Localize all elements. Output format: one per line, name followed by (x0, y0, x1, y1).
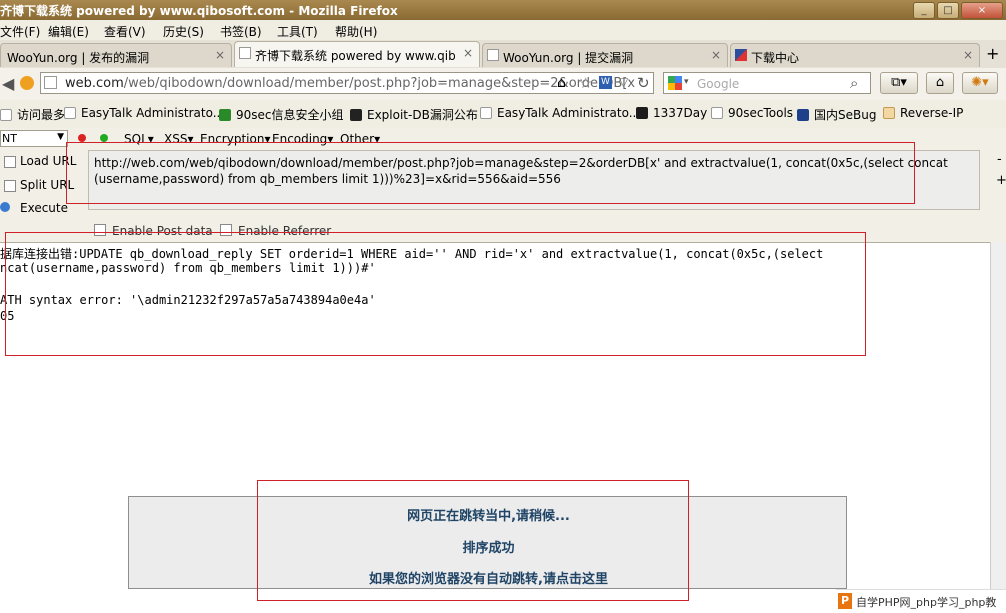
load-url-icon (4, 156, 16, 168)
tab-download-center[interactable]: 下载中心 × (730, 43, 980, 67)
window-titlebar: 齐博下载系统 powered by www.qibosoft.com - Moz… (0, 0, 1006, 20)
close-tab-icon[interactable]: × (463, 46, 473, 60)
bookmark-1337day[interactable]: 1337Day (636, 106, 707, 120)
tab-qibo-download[interactable]: 齐博下载系统 powered by www.qib... × (234, 41, 480, 67)
record-green-icon[interactable] (100, 134, 108, 142)
split-url-icon (4, 180, 16, 192)
menu-tools[interactable]: 工具(T) (277, 23, 318, 40)
bookmark-exploitdb-icon (350, 109, 362, 121)
bookmark-star-icon[interactable]: ☆ (579, 74, 592, 92)
tab-wooyun-published[interactable]: WooYun.org | 发布的漏洞 × (0, 43, 232, 67)
menu-help[interactable]: 帮助(H) (335, 23, 377, 40)
bookmark-90sec[interactable]: 90sec信息安全小组 (219, 106, 344, 123)
tab-wooyun-submit[interactable]: WooYun.org | 提交漏洞 × (482, 43, 728, 67)
execute-icon (0, 202, 10, 212)
google-icon[interactable] (668, 76, 682, 90)
hackbar-select[interactable]: NT ▼ (0, 130, 68, 147)
search-input[interactable]: ▾ Google ⌕ (663, 72, 871, 94)
watermark-logo-icon: P (838, 593, 852, 609)
word-addon-icon[interactable]: W (599, 76, 612, 89)
bookmark-90sectools[interactable]: 90secTools (711, 106, 793, 120)
menu-edit[interactable]: 编辑(E) (48, 23, 89, 40)
bookmark-sebug-icon (797, 109, 809, 121)
bookmark-sebug[interactable]: 国内SeBug (797, 106, 876, 123)
hackbar-select-value: NT (2, 132, 17, 145)
minimize-button[interactable]: _ (913, 2, 935, 19)
chevron-down-icon: ▼ (57, 132, 64, 142)
bookmark-most-visited[interactable]: 访问最多 (0, 106, 65, 123)
tab-label: WooYun.org | 提交漏洞 (503, 51, 634, 65)
page-scrollbar[interactable] (990, 242, 1006, 612)
search-icon[interactable]: ⌕ (850, 74, 858, 92)
menu-view[interactable]: 查看(V) (104, 23, 146, 40)
page-actions-button[interactable]: ⧉▾ (880, 72, 918, 94)
close-tab-icon[interactable]: × (215, 48, 225, 62)
page-icon (487, 49, 499, 61)
maximize-button[interactable]: □ (937, 2, 959, 19)
tab-label: 下载中心 (751, 51, 800, 65)
back-arrow-icon[interactable]: ◀ (2, 74, 14, 93)
dropdown-arrow-icon[interactable]: ▽ (619, 75, 628, 89)
error-highlight-box (5, 232, 866, 356)
bookmark-page-icon (0, 109, 12, 121)
page-copy-icon: ⧉▾ (891, 75, 907, 90)
bookmarks-toolbar: 访问最多 EasyTalk Administrato... 90sec信息安全小… (0, 100, 1006, 129)
home-small-icon[interactable]: ⌂ (557, 75, 566, 91)
home-button[interactable]: ⌂ (926, 72, 954, 94)
bookmark-reverse-ip[interactable]: Reverse-IP (883, 106, 963, 120)
url-highlight-box (66, 142, 915, 204)
close-tab-icon[interactable]: × (963, 48, 973, 62)
bookmark-reverseip-icon (883, 107, 895, 119)
url-text: web.com/web/qibodown/download/member/pos… (65, 76, 636, 91)
navigation-bar: ◀ web.com/web/qibodown/download/member/p… (0, 68, 1006, 101)
bookmark-page-icon (711, 107, 723, 119)
bookmark-page-icon (480, 107, 492, 119)
download-center-icon (735, 49, 747, 61)
site-identity-icon[interactable] (44, 76, 57, 89)
addon-button[interactable]: ✺▾ (962, 72, 998, 94)
watermark: P 自学PHP网_php学习_php教 (836, 589, 1006, 613)
close-window-button[interactable]: × (961, 2, 1003, 19)
hackbar-shrink-button[interactable]: - (997, 152, 1002, 167)
bookmark-exploit-db[interactable]: Exploit-DB漏洞公布 (350, 106, 478, 123)
bookmark-1337day-icon (636, 107, 648, 119)
hackbar-grow-button[interactable]: + (996, 173, 1006, 188)
close-tab-icon[interactable]: × (711, 48, 721, 62)
reload-icon[interactable]: ↻ (637, 74, 650, 92)
menu-file[interactable]: 文件(F) (0, 23, 40, 40)
menu-bookmarks[interactable]: 书签(B) (220, 23, 262, 40)
tab-label: 齐博下载系统 powered by www.qib... (255, 49, 455, 63)
page-icon (239, 47, 251, 59)
url-bar[interactable]: web.com/web/qibodown/download/member/pos… (40, 72, 654, 94)
redirect-highlight-box (257, 480, 689, 601)
new-tab-button[interactable]: + (986, 44, 999, 63)
menu-bar: 文件(F) 编辑(E) 查看(V) 历史(S) 书签(B) 工具(T) 帮助(H… (0, 20, 1006, 40)
tab-label: WooYun.org | 发布的漏洞 (7, 51, 150, 65)
menu-history[interactable]: 历史(S) (163, 23, 204, 40)
engine-dropdown-icon[interactable]: ▾ (684, 77, 689, 87)
search-placeholder: Google (697, 77, 740, 91)
bookmark-90sec-icon (219, 109, 231, 121)
firebug-icon: ✺▾ (971, 75, 989, 90)
addon-icon[interactable] (20, 76, 34, 90)
tab-bar: WooYun.org | 发布的漏洞 × 齐博下载系统 powered by w… (0, 40, 1006, 69)
bookmark-easytalk-1[interactable]: EasyTalk Administrato... (64, 106, 224, 120)
execute-button[interactable]: Execute (20, 201, 68, 215)
window-title: 齐博下载系统 powered by www.qibosoft.com - Moz… (0, 4, 398, 18)
record-red-icon[interactable] (78, 134, 86, 142)
bookmark-page-icon (64, 107, 76, 119)
watermark-text: 自学PHP网_php学习_php教 (856, 596, 997, 609)
bookmark-easytalk-2[interactable]: EasyTalk Administrato... (480, 106, 640, 120)
home-icon: ⌂ (935, 75, 945, 90)
